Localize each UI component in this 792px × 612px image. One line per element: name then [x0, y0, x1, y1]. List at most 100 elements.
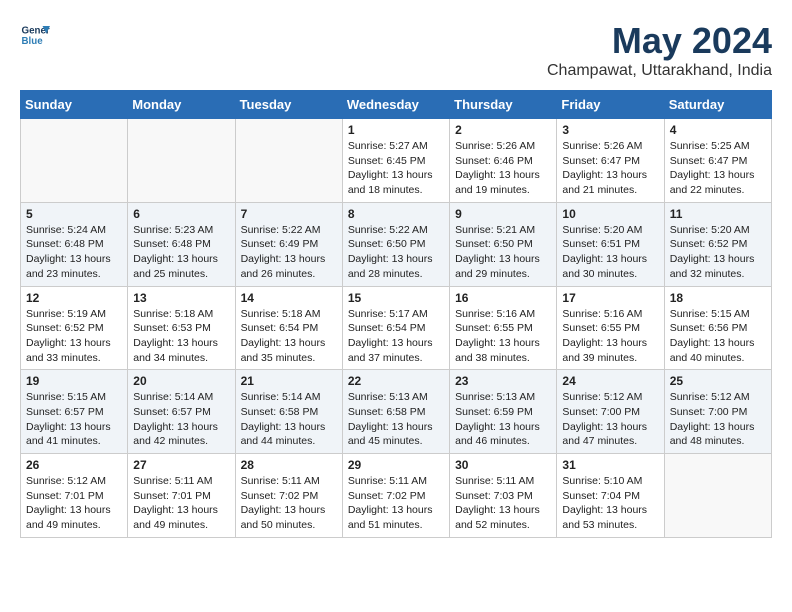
- day-number: 7: [241, 207, 337, 221]
- week-row-3: 12Sunrise: 5:19 AM Sunset: 6:52 PM Dayli…: [21, 286, 772, 370]
- calendar-cell: 1Sunrise: 5:27 AM Sunset: 6:45 PM Daylig…: [342, 119, 449, 203]
- calendar-cell: 31Sunrise: 5:10 AM Sunset: 7:04 PM Dayli…: [557, 454, 664, 538]
- day-info: Sunrise: 5:12 AM Sunset: 7:01 PM Dayligh…: [26, 474, 122, 533]
- column-header-tuesday: Tuesday: [235, 91, 342, 119]
- day-number: 22: [348, 374, 444, 388]
- calendar-cell: 19 Sunrise: 5:15 AM Sunset: 6:57 PM Dayli…: [21, 370, 128, 454]
- day-number: 19: [26, 374, 122, 388]
- day-number: 29: [348, 458, 444, 472]
- day-info: Sunrise: 5:21 AM Sunset: 6:50 PM Dayligh…: [455, 223, 551, 282]
- day-number: 16: [455, 291, 551, 305]
- day-number: 15: [348, 291, 444, 305]
- day-info: Sunrise: 5:19 AM Sunset: 6:52 PM Dayligh…: [26, 307, 122, 366]
- svg-text:Blue: Blue: [22, 36, 44, 47]
- calendar-cell: 20Sunrise: 5:14 AM Sunset: 6:57 PM Dayli…: [128, 370, 235, 454]
- day-number: 13: [133, 291, 229, 305]
- day-info: Sunrise: 5:22 AM Sunset: 6:49 PM Dayligh…: [241, 223, 337, 282]
- calendar-cell: 10 Sunrise: 5:20 AM Sunset: 6:51 PM Dayli…: [557, 202, 664, 286]
- calendar-cell: 6 Sunrise: 5:23 AM Sunset: 6:48 PM Daylig…: [128, 202, 235, 286]
- calendar-cell: 14 Sunrise: 5:18 AM Sunset: 6:54 PM Dayli…: [235, 286, 342, 370]
- week-row-5: 26Sunrise: 5:12 AM Sunset: 7:01 PM Dayli…: [21, 454, 772, 538]
- day-info: Sunrise: 5:18 AM Sunset: 6:54 PM Dayligh…: [241, 307, 337, 366]
- day-info: Sunrise: 5:11 AM Sunset: 7:01 PM Dayligh…: [133, 474, 229, 533]
- calendar-cell: 28 Sunrise: 5:11 AM Sunset: 7:02 PM Dayli…: [235, 454, 342, 538]
- header: General Blue May 2024 Champawat, Uttarak…: [20, 20, 772, 80]
- column-header-monday: Monday: [128, 91, 235, 119]
- day-info: Sunrise: 5:11 AM Sunset: 7:02 PM Dayligh…: [348, 474, 444, 533]
- day-info: Sunrise: 5:15 AM Sunset: 6:56 PM Dayligh…: [670, 307, 766, 366]
- day-info: Sunrise: 5:16 AM Sunset: 6:55 PM Dayligh…: [562, 307, 658, 366]
- day-info: Sunrise: 5:11 AM Sunset: 7:03 PM Dayligh…: [455, 474, 551, 533]
- day-number: 10: [562, 207, 658, 221]
- day-info: Sunrise: 5:15 AM Sunset: 6:57 PM Dayligh…: [26, 390, 122, 449]
- day-info: Sunrise: 5:12 AM Sunset: 7:00 PM Dayligh…: [670, 390, 766, 449]
- calendar-cell: 3Sunrise: 5:26 AM Sunset: 6:47 PM Daylig…: [557, 119, 664, 203]
- day-info: Sunrise: 5:26 AM Sunset: 6:47 PM Dayligh…: [562, 139, 658, 198]
- calendar-cell: 27 Sunrise: 5:11 AM Sunset: 7:01 PM Dayli…: [128, 454, 235, 538]
- column-header-saturday: Saturday: [664, 91, 771, 119]
- day-info: Sunrise: 5:12 AM Sunset: 7:00 PM Dayligh…: [562, 390, 658, 449]
- week-row-4: 19 Sunrise: 5:15 AM Sunset: 6:57 PM Dayli…: [21, 370, 772, 454]
- day-info: Sunrise: 5:13 AM Sunset: 6:58 PM Dayligh…: [348, 390, 444, 449]
- day-number: 23: [455, 374, 551, 388]
- calendar-cell: 12Sunrise: 5:19 AM Sunset: 6:52 PM Dayli…: [21, 286, 128, 370]
- subtitle: Champawat, Uttarakhand, India: [547, 62, 772, 80]
- calendar-cell: 15 Sunrise: 5:17 AM Sunset: 6:54 PM Dayli…: [342, 286, 449, 370]
- day-info: Sunrise: 5:20 AM Sunset: 6:51 PM Dayligh…: [562, 223, 658, 282]
- calendar-cell: 30 Sunrise: 5:11 AM Sunset: 7:03 PM Dayli…: [450, 454, 557, 538]
- day-info: Sunrise: 5:14 AM Sunset: 6:58 PM Dayligh…: [241, 390, 337, 449]
- day-number: 6: [133, 207, 229, 221]
- calendar-cell: 24 Sunrise: 5:12 AM Sunset: 7:00 PM Dayli…: [557, 370, 664, 454]
- calendar-cell: 18 Sunrise: 5:15 AM Sunset: 6:56 PM Dayli…: [664, 286, 771, 370]
- logo: General Blue: [20, 20, 50, 50]
- day-info: Sunrise: 5:11 AM Sunset: 7:02 PM Dayligh…: [241, 474, 337, 533]
- calendar-cell: 5Sunrise: 5:24 AM Sunset: 6:48 PM Daylig…: [21, 202, 128, 286]
- calendar-cell: 22 Sunrise: 5:13 AM Sunset: 6:58 PM Dayli…: [342, 370, 449, 454]
- day-info: Sunrise: 5:20 AM Sunset: 6:52 PM Dayligh…: [670, 223, 766, 282]
- logo-icon: General Blue: [20, 20, 50, 50]
- day-info: Sunrise: 5:17 AM Sunset: 6:54 PM Dayligh…: [348, 307, 444, 366]
- calendar-cell: [128, 119, 235, 203]
- day-number: 21: [241, 374, 337, 388]
- day-number: 31: [562, 458, 658, 472]
- calendar-cell: [21, 119, 128, 203]
- calendar-cell: [664, 454, 771, 538]
- calendar-cell: 11Sunrise: 5:20 AM Sunset: 6:52 PM Dayli…: [664, 202, 771, 286]
- day-number: 30: [455, 458, 551, 472]
- calendar-cell: 25 Sunrise: 5:12 AM Sunset: 7:00 PM Dayli…: [664, 370, 771, 454]
- calendar-table: SundayMondayTuesdayWednesdayThursdayFrid…: [20, 90, 772, 538]
- calendar-cell: 26Sunrise: 5:12 AM Sunset: 7:01 PM Dayli…: [21, 454, 128, 538]
- day-info: Sunrise: 5:24 AM Sunset: 6:48 PM Dayligh…: [26, 223, 122, 282]
- column-header-sunday: Sunday: [21, 91, 128, 119]
- calendar-cell: 9 Sunrise: 5:21 AM Sunset: 6:50 PM Daylig…: [450, 202, 557, 286]
- day-number: 28: [241, 458, 337, 472]
- day-number: 27: [133, 458, 229, 472]
- column-header-wednesday: Wednesday: [342, 91, 449, 119]
- day-number: 9: [455, 207, 551, 221]
- calendar-cell: [235, 119, 342, 203]
- calendar-cell: 17 Sunrise: 5:16 AM Sunset: 6:55 PM Dayli…: [557, 286, 664, 370]
- day-number: 17: [562, 291, 658, 305]
- calendar-cell: 23 Sunrise: 5:13 AM Sunset: 6:59 PM Dayli…: [450, 370, 557, 454]
- day-info: Sunrise: 5:25 AM Sunset: 6:47 PM Dayligh…: [670, 139, 766, 198]
- day-info: Sunrise: 5:22 AM Sunset: 6:50 PM Dayligh…: [348, 223, 444, 282]
- day-number: 24: [562, 374, 658, 388]
- day-info: Sunrise: 5:26 AM Sunset: 6:46 PM Dayligh…: [455, 139, 551, 198]
- column-header-thursday: Thursday: [450, 91, 557, 119]
- calendar-cell: 13 Sunrise: 5:18 AM Sunset: 6:53 PM Dayli…: [128, 286, 235, 370]
- day-number: 18: [670, 291, 766, 305]
- day-number: 2: [455, 123, 551, 137]
- day-number: 25: [670, 374, 766, 388]
- day-info: Sunrise: 5:18 AM Sunset: 6:53 PM Dayligh…: [133, 307, 229, 366]
- title-area: May 2024 Champawat, Uttarakhand, India: [547, 20, 772, 80]
- calendar-cell: 16 Sunrise: 5:16 AM Sunset: 6:55 PM Dayli…: [450, 286, 557, 370]
- day-info: Sunrise: 5:23 AM Sunset: 6:48 PM Dayligh…: [133, 223, 229, 282]
- day-info: Sunrise: 5:14 AM Sunset: 6:57 PM Dayligh…: [133, 390, 229, 449]
- day-info: Sunrise: 5:27 AM Sunset: 6:45 PM Dayligh…: [348, 139, 444, 198]
- week-row-2: 5Sunrise: 5:24 AM Sunset: 6:48 PM Daylig…: [21, 202, 772, 286]
- day-number: 8: [348, 207, 444, 221]
- day-info: Sunrise: 5:13 AM Sunset: 6:59 PM Dayligh…: [455, 390, 551, 449]
- day-info: Sunrise: 5:16 AM Sunset: 6:55 PM Dayligh…: [455, 307, 551, 366]
- main-title: May 2024: [547, 20, 772, 62]
- day-number: 14: [241, 291, 337, 305]
